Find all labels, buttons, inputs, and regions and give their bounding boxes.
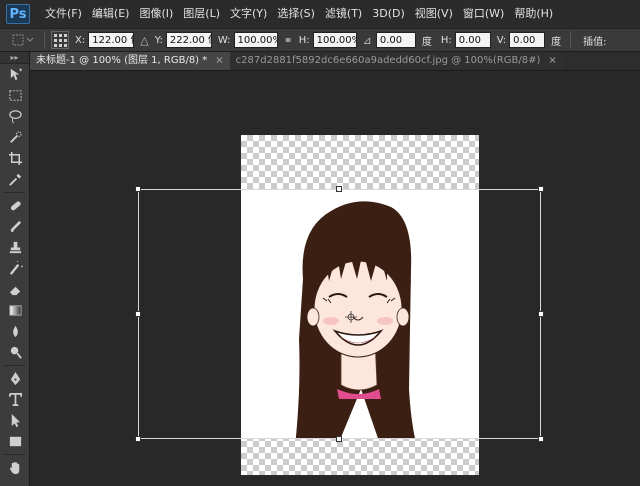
- move-tool-icon[interactable]: [0, 64, 30, 85]
- canvas-workspace[interactable]: [31, 71, 640, 486]
- transform-handle-top-center[interactable]: [336, 186, 342, 192]
- angle-unit: 度: [421, 36, 432, 48]
- toolbox-divider: [4, 192, 25, 193]
- rotate-angle-field[interactable]: 0.00: [375, 32, 416, 48]
- transform-handle-bottom-center[interactable]: [336, 436, 342, 442]
- vskew-label: V:: [496, 34, 507, 46]
- tab-label: c287d2881f5892dc6e660a9adedd60cf.jpg @ 1…: [235, 55, 541, 66]
- menu-select[interactable]: 选择(S): [272, 0, 320, 28]
- quick-selection-tool-icon[interactable]: [0, 127, 30, 148]
- pen-tool-icon[interactable]: [0, 368, 30, 389]
- tab-label: 未标题-1 @ 100% (图层 1, RGB/8) *: [36, 55, 208, 66]
- delta-icon[interactable]: △: [140, 34, 148, 47]
- width-field[interactable]: 100.00%: [233, 32, 278, 48]
- transform-tool-preset-icon[interactable]: [8, 30, 38, 50]
- history-brush-tool-icon[interactable]: [0, 258, 30, 279]
- menu-filter[interactable]: 滤镜(T): [320, 0, 367, 28]
- skew-unit: 度: [551, 36, 562, 48]
- height-field[interactable]: 100.00%: [312, 32, 357, 48]
- y-position-field[interactable]: 222.00 像: [165, 32, 212, 48]
- photoshop-logo-icon: Ps: [6, 4, 30, 24]
- transform-handle-top-right[interactable]: [538, 186, 544, 192]
- dodge-tool-icon[interactable]: [0, 342, 30, 363]
- toolbox-collapse-icon[interactable]: ▸▸: [0, 52, 29, 64]
- menu-help[interactable]: 帮助(H): [509, 0, 558, 28]
- x-position-field[interactable]: 122.00 像: [88, 32, 135, 48]
- lasso-tool-icon[interactable]: [0, 106, 30, 127]
- toolbox-divider: [4, 365, 25, 366]
- separator: [570, 31, 572, 49]
- tab-jpg-image[interactable]: c287d2881f5892dc6e660a9adedd60cf.jpg @ 1…: [229, 52, 563, 70]
- transform-handle-middle-left[interactable]: [135, 311, 141, 317]
- separator: [44, 31, 45, 49]
- close-icon[interactable]: ×: [215, 52, 223, 70]
- clone-stamp-tool-icon[interactable]: [0, 237, 30, 258]
- close-icon[interactable]: ×: [548, 52, 556, 70]
- blur-tool-icon[interactable]: [0, 321, 30, 342]
- rotate-angle-icon: ⊿: [362, 34, 372, 47]
- crop-tool-icon[interactable]: [0, 148, 30, 169]
- tab-untitled-1[interactable]: 未标题-1 @ 100% (图层 1, RGB/8) * ×: [30, 52, 230, 70]
- menu-file[interactable]: 文件(F): [40, 0, 87, 28]
- eraser-tool-icon[interactable]: [0, 279, 30, 300]
- transform-handle-bottom-left[interactable]: [135, 436, 141, 442]
- eyedropper-tool-icon[interactable]: [0, 169, 30, 190]
- gradient-tool-icon[interactable]: [0, 300, 30, 321]
- height-label: H:: [298, 34, 310, 46]
- menu-edit[interactable]: 编辑(E): [87, 0, 135, 28]
- menu-view[interactable]: 视图(V): [410, 0, 458, 28]
- x-label: X:: [75, 34, 86, 46]
- toolbox-divider: [4, 454, 25, 455]
- free-transform-bounding-box[interactable]: [135, 186, 544, 442]
- menu-image[interactable]: 图像(I): [134, 0, 178, 28]
- marquee-tool-icon[interactable]: [0, 85, 30, 106]
- reference-point-icon[interactable]: [51, 31, 69, 49]
- path-selection-tool-icon[interactable]: [0, 410, 30, 431]
- interpolation-label[interactable]: 插值:: [583, 33, 606, 48]
- link-icon[interactable]: ⚭: [284, 34, 293, 47]
- menu-bar: Ps 文件(F) 编辑(E) 图像(I) 图层(L) 文字(Y) 选择(S) 滤…: [0, 0, 640, 28]
- y-label: Y:: [154, 34, 163, 46]
- hand-tool-icon[interactable]: [0, 457, 30, 478]
- rectangle-tool-icon[interactable]: [0, 431, 30, 452]
- menu-type[interactable]: 文字(Y): [225, 0, 272, 28]
- brush-tool-icon[interactable]: [0, 216, 30, 237]
- healing-brush-tool-icon[interactable]: [0, 195, 30, 216]
- hskew-label: H:: [440, 34, 452, 46]
- type-tool-icon[interactable]: [0, 389, 30, 410]
- toolbox: ▸▸: [0, 52, 30, 486]
- document-tab-bar: 未标题-1 @ 100% (图层 1, RGB/8) * × c287d2881…: [30, 52, 640, 71]
- options-bar: X: 122.00 像 △ Y: 222.00 像 W: 100.00% ⚭ H…: [0, 28, 640, 52]
- horizontal-skew-field[interactable]: 0.00: [454, 32, 491, 48]
- transform-handle-bottom-right[interactable]: [538, 436, 544, 442]
- menu-layer[interactable]: 图层(L): [178, 0, 225, 28]
- vertical-skew-field[interactable]: 0.00: [509, 32, 546, 48]
- transform-handle-top-left[interactable]: [135, 186, 141, 192]
- transform-handle-middle-right[interactable]: [538, 311, 544, 317]
- menu-3d[interactable]: 3D(D): [367, 0, 410, 28]
- width-label: W:: [217, 34, 231, 46]
- menu-window[interactable]: 窗口(W): [458, 0, 509, 28]
